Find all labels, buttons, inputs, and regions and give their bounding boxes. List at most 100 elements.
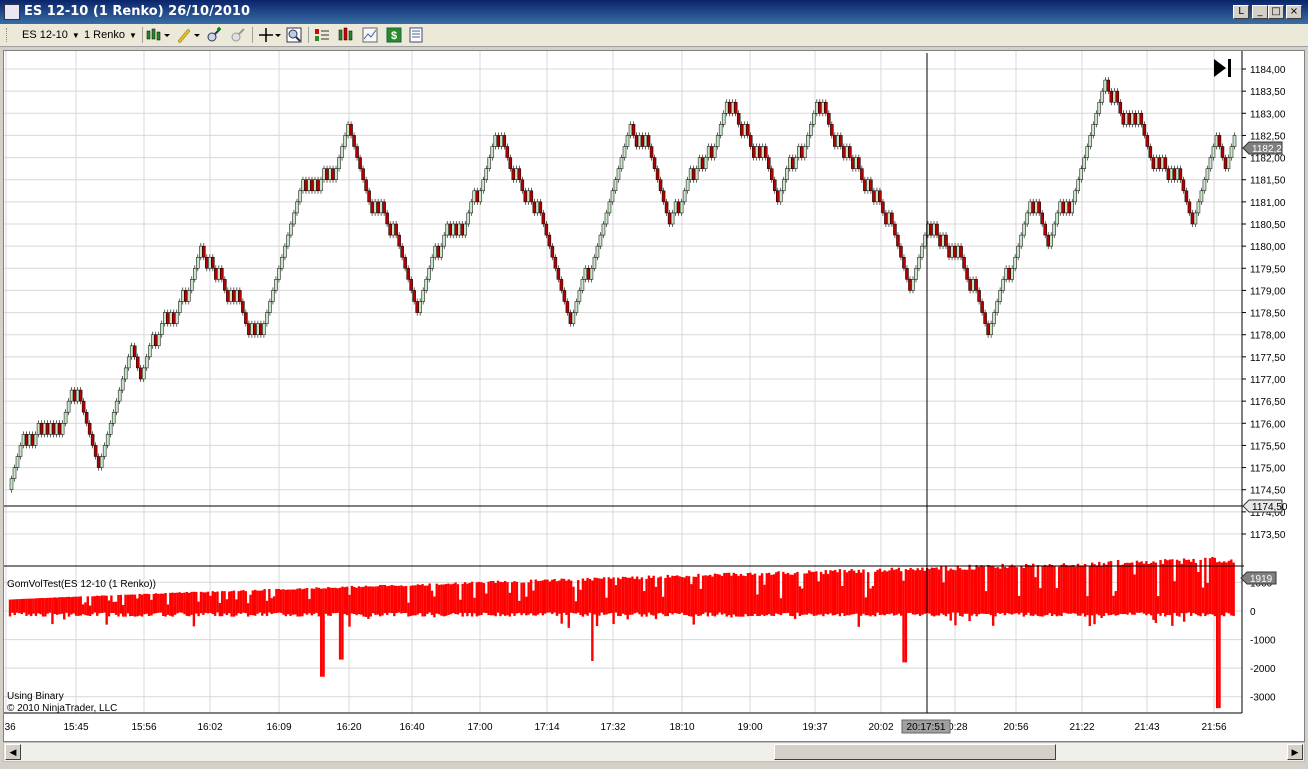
renko-down-brick (1041, 213, 1044, 224)
renko-down-brick (371, 202, 374, 213)
renko-up-brick (28, 434, 31, 445)
close-button[interactable]: × (1286, 5, 1302, 19)
renko-up-brick (1056, 213, 1059, 224)
renko-down-brick (1143, 124, 1146, 135)
renko-up-brick (1131, 113, 1134, 124)
renko-up-brick (1026, 213, 1029, 224)
renko-up-brick (329, 169, 332, 180)
renko-down-brick (172, 313, 175, 324)
dollar-icon[interactable]: $ (386, 27, 402, 43)
renko-up-brick (485, 169, 488, 180)
renko-down-brick (524, 191, 527, 202)
renko-up-brick (1230, 147, 1233, 158)
renko-down-brick (632, 124, 635, 135)
renko-down-brick (91, 434, 94, 445)
renko-down-brick (569, 313, 572, 324)
renko-down-brick (869, 180, 872, 191)
renko-up-brick (620, 158, 623, 169)
renko-up-brick (782, 180, 785, 191)
renko-down-brick (509, 158, 512, 169)
instrument-dropdown[interactable]: ES 12-10 ▼ (22, 27, 80, 43)
zoom-out-icon[interactable] (230, 27, 246, 43)
renko-up-brick (803, 147, 806, 158)
time-tick-label: 17:14 (534, 722, 559, 733)
renko-up-brick (1161, 158, 1164, 169)
renko-up-brick (599, 235, 602, 246)
maximize-button[interactable]: □ (1268, 5, 1284, 19)
scroll-thumb[interactable] (774, 744, 1056, 760)
link-button[interactable]: L (1233, 5, 1249, 19)
renko-down-brick (31, 434, 34, 445)
drawing-tool-icon[interactable] (176, 27, 202, 43)
renko-down-brick (860, 169, 863, 180)
renko-up-brick (755, 147, 758, 158)
renko-up-brick (1212, 147, 1215, 158)
price-tick-label: 1173,50 (1250, 530, 1286, 541)
renko-down-brick (890, 213, 893, 224)
toolbar-grip[interactable] (6, 28, 10, 42)
time-tick-label: 16:20 (336, 722, 361, 733)
renko-up-brick (785, 169, 788, 180)
scroll-right-button[interactable]: ▶ (1287, 744, 1303, 760)
renko-up-brick (1059, 202, 1062, 213)
zoom-in-icon[interactable] (206, 27, 222, 43)
properties-icon[interactable] (408, 27, 424, 43)
renko-up-brick (344, 135, 347, 146)
price-tick-label: 1182,00 (1250, 154, 1286, 165)
renko-down-brick (304, 180, 307, 191)
chart-style-icon[interactable] (146, 27, 172, 43)
renko-up-brick (419, 302, 422, 313)
renko-down-brick (58, 423, 61, 434)
renko-up-brick (43, 423, 46, 434)
renko-down-brick (728, 102, 731, 113)
renko-up-brick (341, 147, 344, 158)
chart-canvas[interactable]: 1184,00 1183,50 1183,00 1182,50 1182,00 1181,… (4, 51, 1304, 741)
renko-down-brick (437, 246, 440, 257)
renko-up-brick (866, 180, 869, 191)
renko-down-brick (936, 224, 939, 235)
time-tick-label: 21:56 (1201, 722, 1226, 733)
renko-down-brick (545, 224, 548, 235)
renko-up-brick (262, 324, 265, 335)
skip-to-end-icon[interactable] (1214, 59, 1231, 77)
renko-down-brick (548, 235, 551, 246)
last-price-text: 1182,25 (1252, 144, 1288, 155)
period-dropdown[interactable]: 1 Renko ▼ (84, 27, 137, 43)
footer-line-1: Using Binary (7, 691, 64, 702)
renko-down-brick (818, 102, 821, 113)
renko-up-brick (821, 102, 824, 113)
renko-down-brick (518, 169, 521, 180)
crosshair-icon[interactable] (258, 27, 282, 43)
instrument-label: ES 12-10 (22, 29, 68, 41)
chart-panel[interactable]: 1184,00 1183,50 1183,00 1182,50 1182,00 1181,… (3, 50, 1305, 742)
renko-up-brick (933, 224, 936, 235)
chevron-down-icon: ▼ (72, 31, 80, 40)
renko-up-brick (1095, 113, 1098, 124)
renko-down-brick (1224, 158, 1227, 169)
renko-down-brick (987, 324, 990, 335)
renko-up-brick (428, 268, 431, 279)
renko-up-brick (323, 169, 326, 180)
renko-up-brick (689, 169, 692, 180)
renko-down-brick (833, 135, 836, 146)
renko-down-brick (981, 302, 984, 313)
renko-down-brick (764, 147, 767, 158)
renko-up-brick (55, 423, 58, 434)
renko-down-brick (659, 180, 662, 191)
price-tick-label: 1176,50 (1250, 397, 1286, 408)
price-tick-label: 1178,00 (1250, 331, 1286, 342)
renko-up-brick (815, 102, 818, 113)
minimize-button[interactable]: _ (1252, 5, 1268, 19)
renko-down-brick (641, 135, 644, 146)
renko-up-brick (722, 113, 725, 124)
strategies-icon[interactable] (362, 27, 378, 43)
magnifier-icon[interactable] (286, 27, 302, 43)
renko-down-brick (830, 124, 833, 135)
scroll-left-button[interactable]: ◀ (5, 744, 21, 760)
indicators-icon[interactable] (338, 27, 354, 43)
renko-down-brick (1047, 235, 1050, 246)
horizontal-scrollbar[interactable]: ◀ ▶ (3, 742, 1305, 762)
time-tick-label: 21:22 (1069, 722, 1094, 733)
chart-trader-icon[interactable] (314, 27, 330, 43)
renko-up-brick (854, 158, 857, 169)
